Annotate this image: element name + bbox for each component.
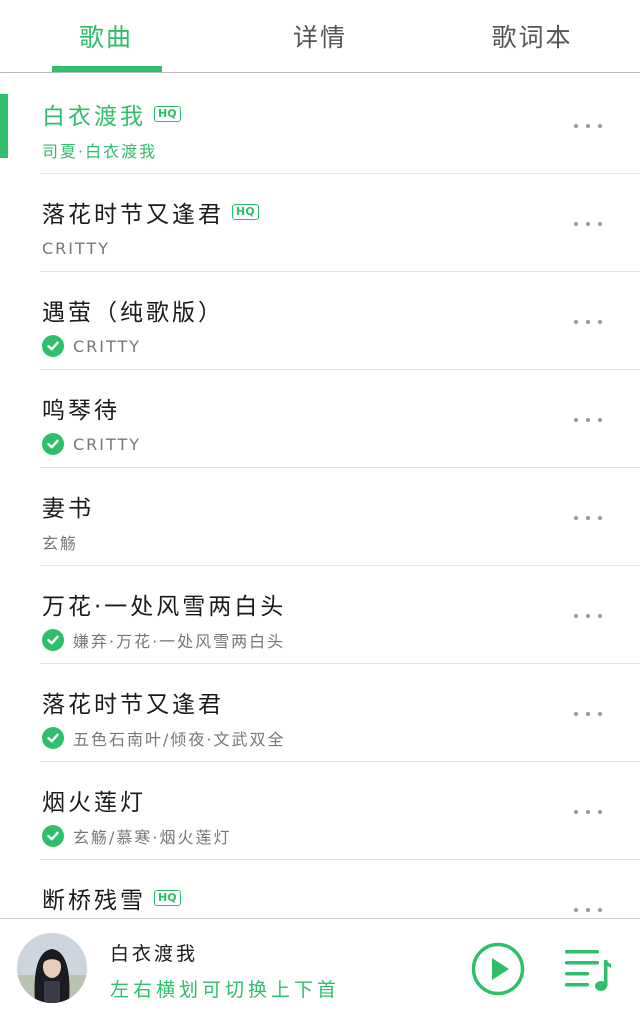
- song-row[interactable]: 白衣渡我 HQ 司夏·白衣渡我: [0, 76, 640, 174]
- song-title-line: 烟火莲灯: [42, 784, 146, 816]
- now-playing-indicator: [0, 94, 8, 158]
- song-title-line: 万花·一处风雪两白头: [42, 588, 286, 620]
- song-subtitle-line: CRITTY: [42, 432, 141, 456]
- more-dots-icon[interactable]: [574, 898, 602, 918]
- song-title: 白衣渡我: [42, 104, 146, 130]
- song-row[interactable]: 鸣琴待 CRITTY: [0, 370, 640, 468]
- check-circle-icon: [42, 335, 64, 357]
- check-circle-icon: [42, 433, 64, 455]
- more-dots-icon[interactable]: [574, 702, 602, 726]
- song-subtitle-line: 玄觞/慕寒·烟火莲灯: [42, 824, 231, 848]
- song-title: 妻书: [42, 496, 94, 522]
- more-dots-icon[interactable]: [574, 800, 602, 824]
- song-title-line: 白衣渡我 HQ: [42, 98, 181, 130]
- album-cover-image: [17, 933, 87, 1003]
- song-subtitle-line: 五色石南叶/倾夜·文武双全: [42, 726, 285, 750]
- more-dots-icon[interactable]: [574, 310, 602, 334]
- song-subtitle-line: 嫌弃·万花·一处风雪两白头: [42, 628, 285, 652]
- tab-details[interactable]: 详情: [220, 0, 420, 72]
- check-circle-icon: [42, 727, 64, 749]
- song-artist: 嫌弃·万花·一处风雪两白头: [73, 632, 286, 651]
- song-title-line: 落花时节又逢君 HQ: [42, 196, 259, 228]
- song-title-line: 遇萤（纯歌版）: [42, 294, 224, 326]
- player-bar: 白衣渡我 左右横划可切换上下首: [0, 918, 640, 1015]
- song-subtitle-line: 司夏·白衣渡我: [42, 138, 157, 162]
- tab-songs[interactable]: 歌曲: [6, 0, 206, 72]
- song-title: 万花·一处风雪两白头: [42, 594, 287, 620]
- album-cover[interactable]: [17, 933, 87, 1003]
- song-list[interactable]: 白衣渡我 HQ 司夏·白衣渡我落花时节又逢君 HQ CRITTY 遇萤（纯歌版） CRITT…: [0, 76, 640, 918]
- song-title-line: 鸣琴待: [42, 392, 120, 424]
- hq-badge: HQ: [154, 106, 181, 122]
- song-row[interactable]: 妻书 玄觞: [0, 468, 640, 566]
- hq-badge: HQ: [154, 890, 181, 906]
- song-title: 鸣琴待: [42, 398, 120, 424]
- song-title: 落花时节又逢君: [42, 202, 224, 228]
- now-playing-title: 白衣渡我: [110, 943, 199, 965]
- song-row[interactable]: 落花时节又逢君 HQ CRITTY: [0, 174, 640, 272]
- song-artist: 司夏·白衣渡我: [42, 142, 158, 161]
- song-row[interactable]: 断桥残雪 HQ: [0, 860, 640, 918]
- song-title-line: 落花时节又逢君: [42, 686, 224, 718]
- song-row[interactable]: 烟火莲灯玄觞/慕寒·烟火莲灯: [0, 762, 640, 860]
- song-artist: CRITTY: [73, 336, 142, 356]
- hq-badge: HQ: [232, 204, 259, 220]
- song-artist: CRITTY: [73, 434, 142, 454]
- active-tab-indicator: [52, 66, 162, 72]
- more-dots-icon[interactable]: [574, 212, 602, 236]
- check-circle-icon: [42, 629, 64, 651]
- song-artist: CRITTY: [42, 238, 111, 258]
- tab-bar: 歌曲 详情 歌词本: [0, 0, 640, 73]
- playlist-button[interactable]: [563, 946, 613, 994]
- more-dots-icon[interactable]: [574, 114, 602, 138]
- play-circle-icon: [471, 942, 525, 996]
- more-dots-icon[interactable]: [574, 408, 602, 432]
- song-row[interactable]: 遇萤（纯歌版） CRITTY: [0, 272, 640, 370]
- song-artist: 玄觞/慕寒·烟火莲灯: [73, 828, 232, 847]
- song-title: 烟火莲灯: [42, 790, 146, 816]
- song-title-line: 断桥残雪 HQ: [42, 882, 181, 914]
- tab-lyrics-book[interactable]: 歌词本: [432, 0, 632, 72]
- song-title: 落花时节又逢君: [42, 692, 224, 718]
- song-subtitle-line: CRITTY: [42, 334, 141, 358]
- song-title-line: 妻书: [42, 490, 94, 522]
- check-circle-icon: [42, 825, 64, 847]
- song-artist: 玄觞: [42, 534, 79, 553]
- song-title: 断桥残雪: [42, 888, 146, 914]
- song-row[interactable]: 万花·一处风雪两白头嫌弃·万花·一处风雪两白头: [0, 566, 640, 664]
- song-artist: 五色石南叶/倾夜·文武双全: [73, 730, 286, 749]
- song-subtitle-line: 玄觞: [42, 530, 78, 554]
- song-row[interactable]: 落花时节又逢君五色石南叶/倾夜·文武双全: [0, 664, 640, 762]
- song-subtitle-line: CRITTY: [42, 236, 110, 260]
- play-button[interactable]: [471, 942, 525, 996]
- more-dots-icon[interactable]: [574, 506, 602, 530]
- playlist-icon: [565, 950, 611, 991]
- swipe-hint: 左右横划可切换上下首: [110, 979, 341, 1001]
- song-title: 遇萤（纯歌版）: [42, 300, 224, 326]
- more-dots-icon[interactable]: [574, 604, 602, 628]
